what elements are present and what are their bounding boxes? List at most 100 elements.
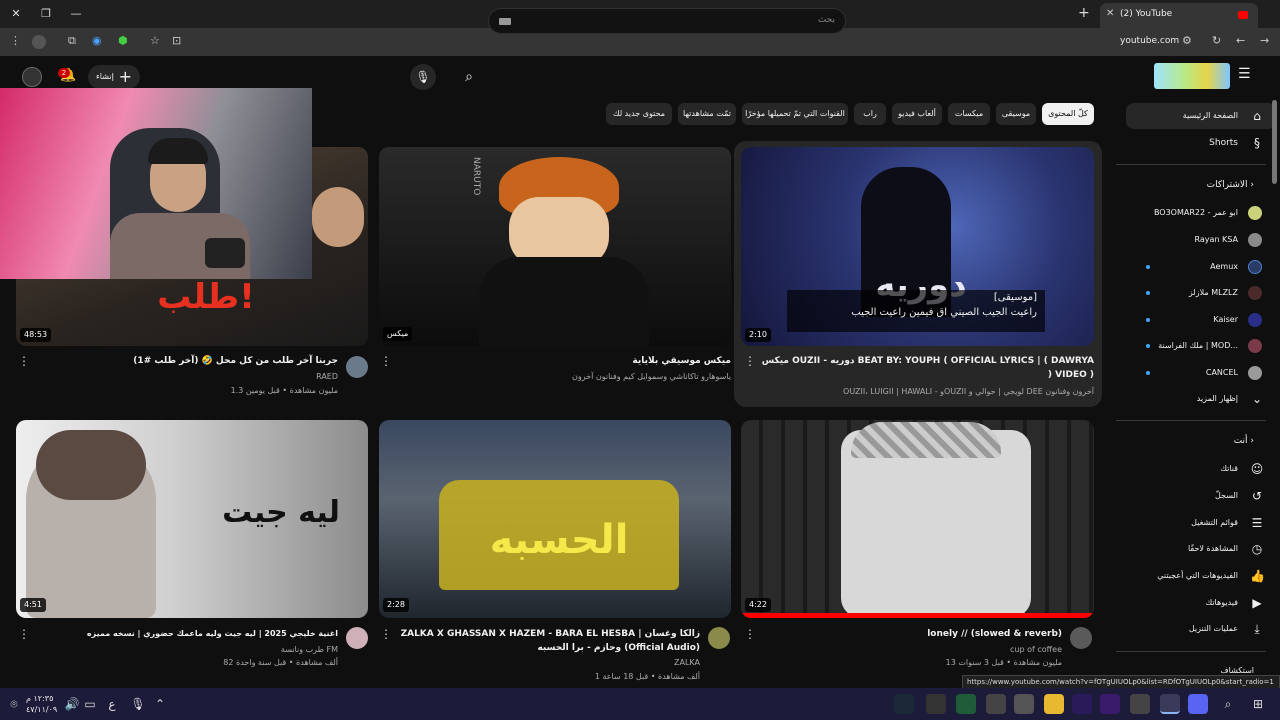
youtube-doodle-logo[interactable] [1154,63,1230,89]
subscriptions-header[interactable]: الاشتراكات › [1207,180,1254,190]
video-thumbnail[interactable]: 4:22 [741,420,1094,618]
sidebar-item-your-channel[interactable]: ☺ قناتك [1126,456,1276,482]
more-options-icon[interactable]: ⋮ [744,354,756,368]
app-icon[interactable] [956,694,976,714]
more-options-icon[interactable]: ⋮ [380,627,392,641]
sidebar-item-your-videos[interactable]: ▶ فيديوهاتك [1126,590,1276,616]
channel-avatar[interactable] [708,627,730,649]
channel-avatar[interactable] [1070,627,1092,649]
channel-avatar[interactable] [346,627,368,649]
site-settings-icon[interactable]: ⚙ [1182,34,1192,47]
taskbar-clock[interactable]: ١٢:٣٥ م ٤٧/١١/٠٩ [26,693,57,715]
sidebar-item-history[interactable]: ↺ السجلّ [1126,483,1276,509]
extensions-icon[interactable]: ⧉ [68,34,76,48]
more-options-icon[interactable]: ⋮ [380,354,392,368]
chip-music[interactable]: موسيقى [996,103,1036,125]
sidebar-item-watch-later[interactable]: ◷ المشاهدة لاحقًا [1126,536,1276,562]
microphone-icon[interactable]: 🎙 [130,696,146,712]
app-icon[interactable] [986,694,1006,714]
video-title[interactable]: ميكس OUZII - دوريه BEAT BY: YOUPH ( OFFI… [760,354,1094,382]
close-window-icon[interactable]: ✕ [8,6,24,22]
video-channel[interactable]: RAED [40,370,338,383]
chrome-app-icon[interactable] [1160,694,1180,714]
video-title[interactable]: ميكس موسيقي بلاياية [400,354,731,368]
chip-all[interactable]: كلّ المحتوى [1042,103,1094,125]
tab-youtube[interactable]: ✕ (2) YouTube [1100,3,1258,28]
extension-shield-icon[interactable]: ⬢ [118,34,128,47]
video-channel[interactable]: OUZII، LUIGII | HAWALI - وOUZII لويجي | … [760,385,1094,398]
video-channel[interactable]: ZALKA [400,656,700,669]
more-options-icon[interactable]: ⋮ [18,627,30,641]
channel-avatar[interactable] [346,356,368,378]
back-arrow-icon[interactable]: ← [1236,34,1245,47]
menu-kebab-icon[interactable]: ⋮ [10,34,21,47]
network-icon[interactable]: ▭ [82,696,98,712]
video-thumbnail[interactable]: NARUTO ميكس [379,147,731,346]
video-thumbnail[interactable]: ليه جيت 4:51 [16,420,368,618]
video-channel[interactable]: cup of coffee [760,643,1062,656]
sidebar-item-subscription[interactable]: ملازلز MLZLZ [1126,280,1276,306]
chip-mixes[interactable]: ميكسات [948,103,990,125]
extension-icon[interactable]: ◉ [92,34,102,47]
chevron-up-icon[interactable]: ⌃ [152,696,168,712]
sidebar-item-subscription[interactable]: ملك الفراسنة | MOD... [1126,333,1276,359]
input-language-indicator[interactable]: ع [104,696,120,712]
windows-start-icon[interactable]: ⊞ [1250,696,1266,712]
create-button[interactable]: إنشاء + [88,65,140,89]
sidebar-item-playlists[interactable]: ☰ قوائم التشغيل [1126,510,1276,536]
show-more-button[interactable]: ⌄ إظهار المزيد [1126,386,1276,412]
video-thumbnail[interactable]: ﺍﻟﺤﺴﺒﻪ 2:28 [379,420,731,618]
search-icon[interactable]: ⌕ [1220,696,1236,712]
sidebar-item-downloads[interactable]: ⤓ عمليات التنزيل [1126,616,1276,642]
hamburger-menu-icon[interactable]: ☰ [1238,66,1251,82]
profile-icon[interactable] [32,35,46,49]
chip-new-for-you[interactable]: محتوى جديد لك [606,103,672,125]
minimize-window-icon[interactable]: — [68,6,84,22]
sidebar-item-subscription[interactable]: CANCEL [1126,360,1276,386]
more-options-icon[interactable]: ⋮ [744,627,756,641]
video-title[interactable]: جربنا آخر طلب من كل محل 🤣 (آخر طلب #1) [40,354,338,368]
video-channel[interactable]: طرب ونانسة FM [40,643,338,656]
keyboard-icon[interactable] [499,18,511,25]
chip-video-games[interactable]: ألعاب فيديو [892,103,942,125]
chip-watched[interactable]: تمّت مشاهدتها [678,103,736,125]
voice-search-mic-icon[interactable]: 🎙 [410,64,436,90]
file-explorer-icon[interactable] [1044,694,1064,714]
search-icon[interactable]: ⌕ [452,64,486,90]
capcut-app-icon[interactable] [926,694,946,714]
premiere-pro-icon[interactable] [1100,694,1120,714]
video-title[interactable]: lonely // (slowed & reverb) [760,627,1062,641]
video-thumbnail[interactable]: ﺩﻭﺭﻳﻪ [موسيقى] راعيت الجيب الصيني اق فيم… [741,147,1094,346]
video-title[interactable]: اغنية خليجي 2025 | ليه جيت وليه ماعمك حض… [40,627,338,641]
sidebar-scrollbar[interactable] [1272,100,1277,184]
sidebar-item-shorts[interactable]: § Shorts [1126,130,1276,156]
sidebar-item-subscription[interactable]: Aemux [1126,254,1276,280]
chip-rap[interactable]: راب [854,103,886,125]
speaker-icon[interactable]: 🔊 [64,696,80,712]
media-encoder-icon[interactable] [1072,694,1092,714]
bookmark-star-icon[interactable]: ☆ [150,34,160,47]
search-input[interactable]: بحث [488,8,846,34]
sidebar-item-subscription[interactable]: Rayan KSA [1126,227,1276,253]
wifi-icon[interactable]: ⌾ [6,696,22,712]
close-tab-icon[interactable]: ✕ [1106,8,1114,19]
app-icon[interactable] [1130,694,1150,714]
more-options-icon[interactable]: ⋮ [18,354,30,368]
steam-app-icon[interactable] [894,694,914,714]
video-title[interactable]: ZALKA X GHASSAN X HAZEM - BARA EL HESBA … [400,627,700,655]
app-icon[interactable] [1014,694,1034,714]
install-app-icon[interactable]: ⊡ [172,34,181,47]
url-text[interactable]: youtube.com [1120,36,1179,46]
sidebar-item-liked-videos[interactable]: 👍 الفيديوهات التي أعجبتني [1126,563,1276,589]
restore-window-icon[interactable]: ❐ [38,6,54,22]
discord-app-icon[interactable] [1188,694,1208,714]
reload-icon[interactable]: ↻ [1212,34,1221,47]
forward-arrow-icon[interactable]: → [1260,34,1269,47]
sidebar-item-subscription[interactable]: Kaiser [1126,307,1276,333]
sidebar-item-subscription[interactable]: BO3OMAR22 - ابو عمر [1126,200,1276,226]
sidebar-item-home[interactable]: ⌂ الصفحة الرئيسية [1126,103,1276,129]
avatar[interactable] [22,67,42,87]
you-header[interactable]: أنت › [1234,436,1254,446]
chip-recently-uploaded[interactable]: القنوات التي تمّ تحميلها مؤخرًا [742,103,848,125]
new-tab-button[interactable]: + [1078,5,1090,21]
